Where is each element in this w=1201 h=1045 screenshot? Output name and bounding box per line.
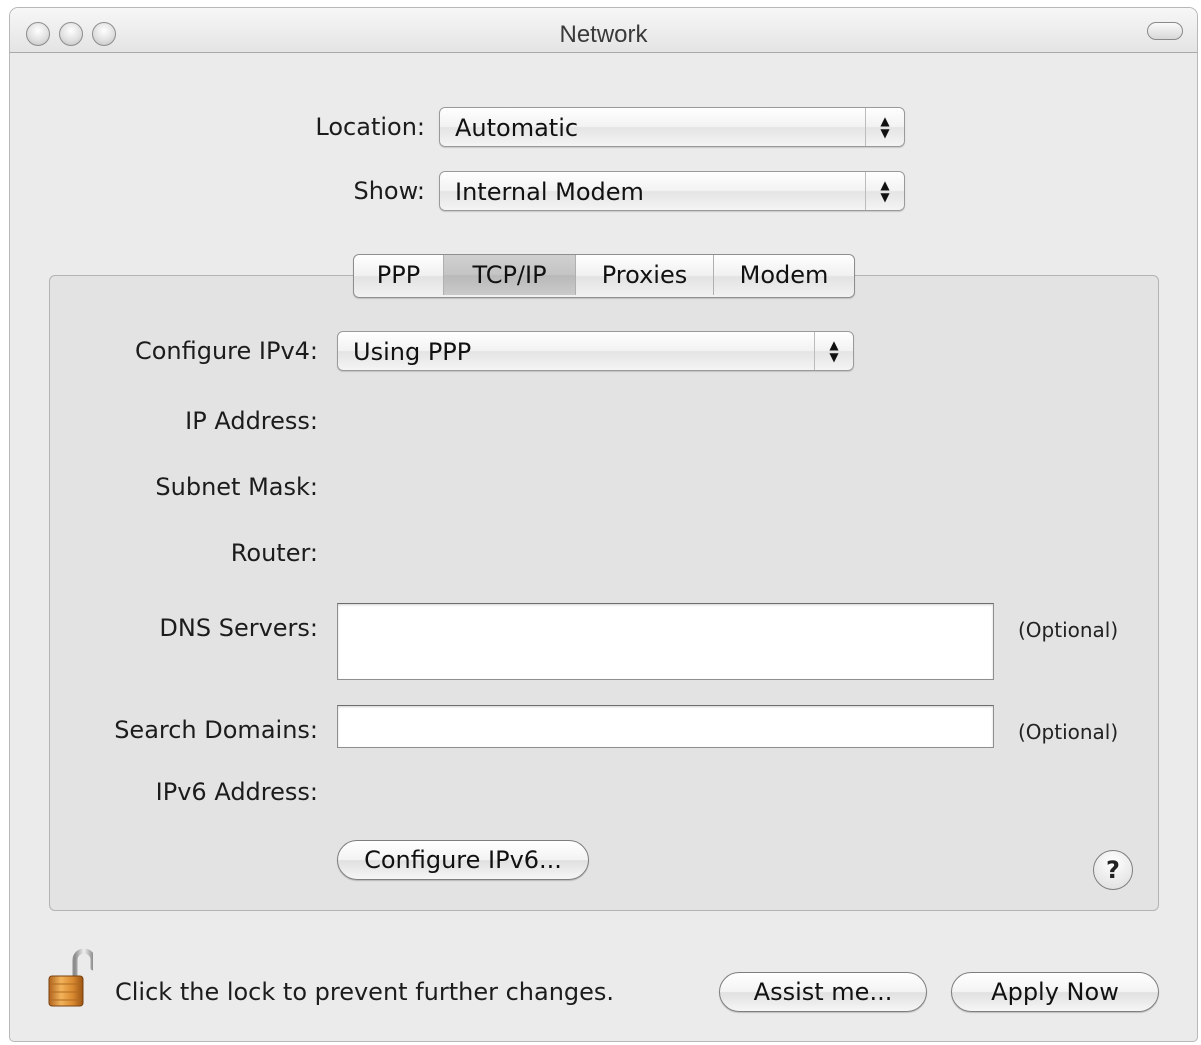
tab-modem[interactable]: Modem — [714, 255, 854, 295]
window-title: Network — [559, 21, 648, 48]
location-value: Automatic — [455, 114, 579, 142]
ipv6-address-label: IPv6 Address: — [155, 778, 318, 806]
apply-now-button[interactable]: Apply Now — [951, 972, 1159, 1012]
ip-address-label: IP Address: — [185, 407, 318, 435]
toolbar-toggle-button[interactable] — [1147, 22, 1183, 40]
configure-ipv4-label: Configure IPv4: — [134, 337, 318, 365]
up-down-arrows-icon: ▲ ▼ — [865, 172, 904, 210]
unlocked-padlock-icon[interactable] — [47, 948, 96, 1010]
up-down-arrows-icon: ▲ ▼ — [814, 332, 853, 370]
tab-ppp[interactable]: PPP — [354, 255, 444, 295]
tab-tcpip[interactable]: TCP/IP — [444, 255, 576, 295]
lock-status-text: Click the lock to prevent further change… — [115, 978, 615, 1006]
up-down-arrows-icon: ▲ ▼ — [865, 108, 904, 146]
tab-proxies[interactable]: Proxies — [576, 255, 714, 295]
configure-ipv6-button[interactable]: Configure IPv6... — [337, 840, 589, 880]
configure-ipv4-popup[interactable]: Using PPP ▲ ▼ — [337, 331, 854, 371]
dns-servers-field[interactable] — [337, 603, 994, 680]
network-preferences-window: Network Location: Automatic ▲ ▼ Show: Int… — [10, 8, 1197, 1041]
location-label: Location: — [315, 113, 425, 141]
show-label: Show: — [353, 177, 425, 205]
router-label: Router: — [230, 539, 318, 567]
show-value: Internal Modem — [455, 178, 644, 206]
subnet-mask-label: Subnet Mask: — [155, 473, 318, 501]
assist-me-button[interactable]: Assist me... — [719, 972, 927, 1012]
tab-bar: PPP TCP/IP Proxies Modem — [353, 254, 855, 298]
search-domains-field[interactable] — [337, 705, 994, 748]
search-domains-optional-hint: (Optional) — [1018, 720, 1119, 744]
location-popup[interactable]: Automatic ▲ ▼ — [439, 107, 905, 147]
title-bar[interactable]: Network — [10, 8, 1197, 53]
help-button[interactable]: ? — [1093, 850, 1133, 890]
show-popup[interactable]: Internal Modem ▲ ▼ — [439, 171, 905, 211]
search-domains-label: Search Domains: — [114, 716, 318, 744]
configure-ipv4-value: Using PPP — [353, 338, 472, 366]
dns-servers-optional-hint: (Optional) — [1018, 618, 1119, 642]
dns-servers-label: DNS Servers: — [159, 614, 318, 642]
